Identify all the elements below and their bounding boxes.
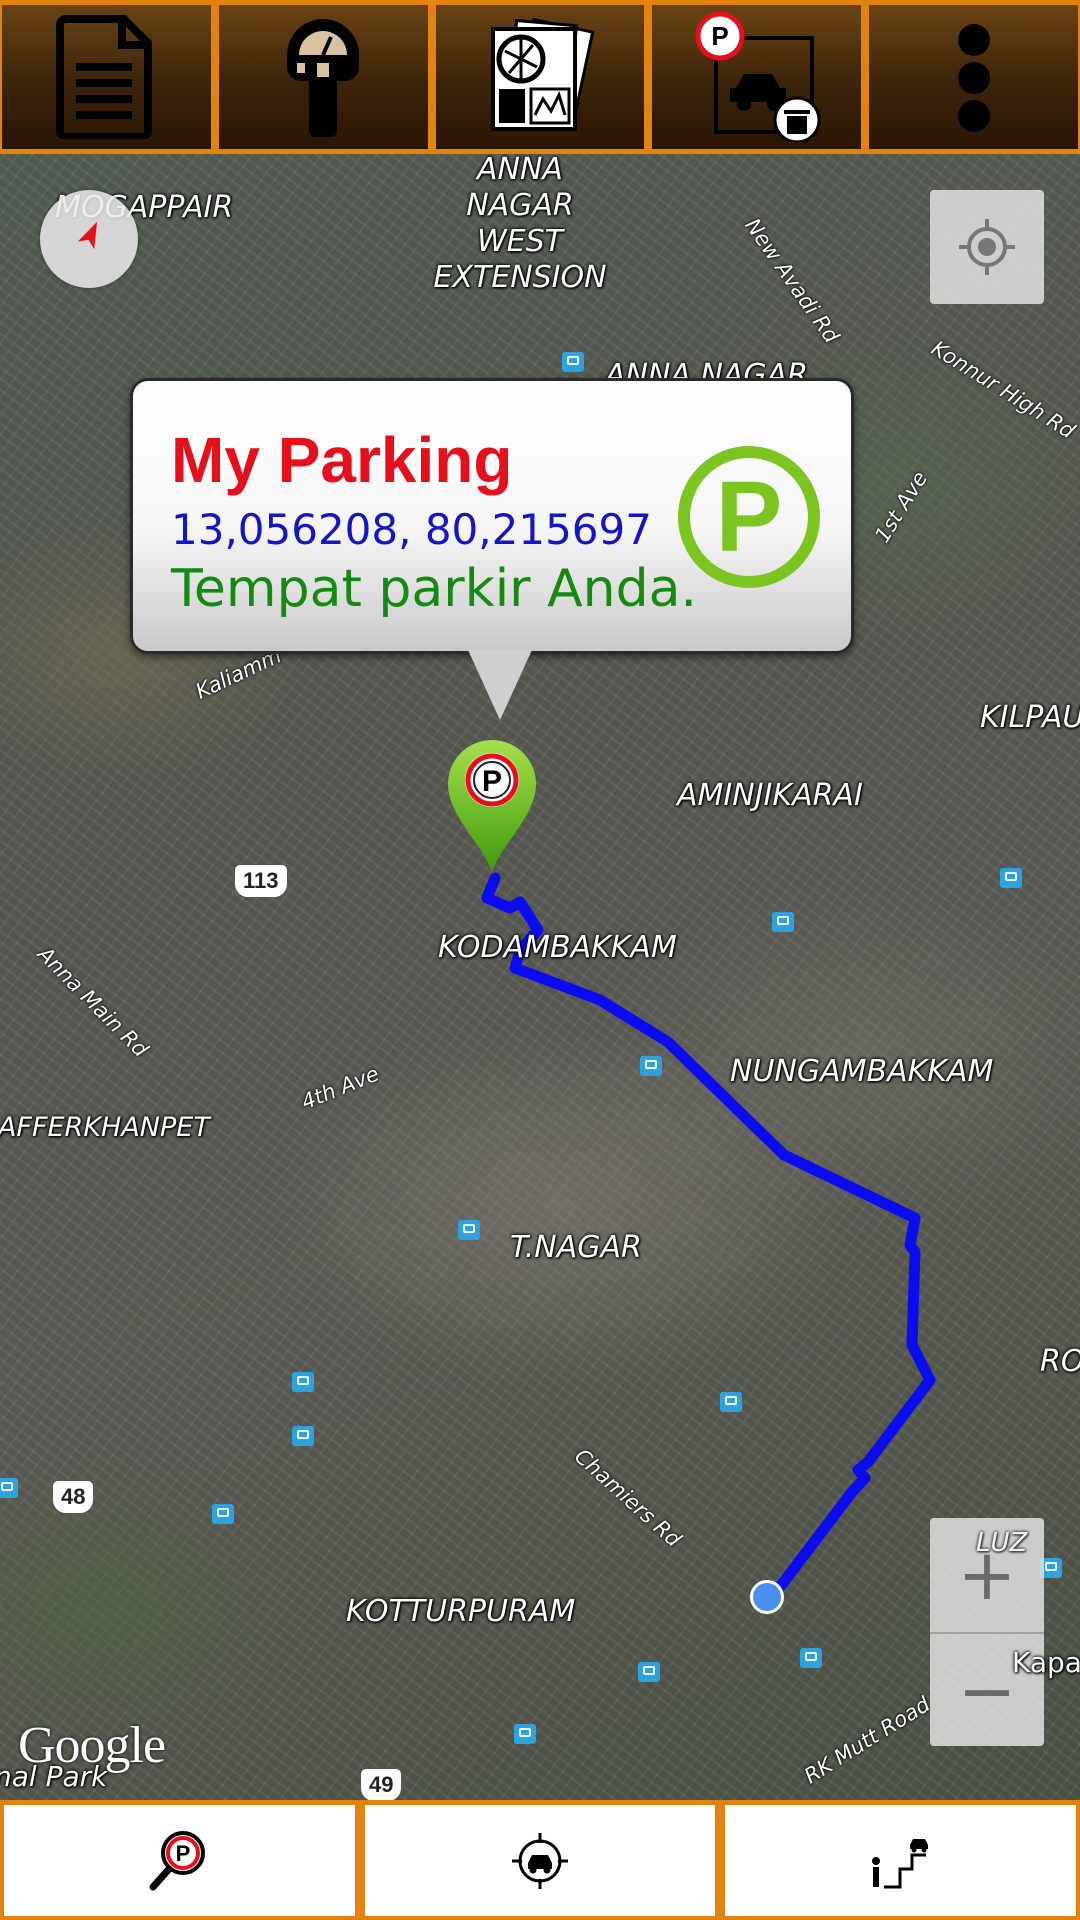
parking-p-icon: P <box>678 446 820 588</box>
transit-stop-icon[interactable] <box>772 912 794 932</box>
area-label-kotturpuram: KOTTURPURAM <box>346 1594 576 1629</box>
info-window-description: Tempat parkir Anda. <box>171 559 698 619</box>
transit-stop-icon[interactable] <box>562 352 584 372</box>
parking-marker[interactable]: P <box>444 736 540 879</box>
document-icon <box>56 15 153 139</box>
top-toolbar: P <box>0 0 1080 154</box>
parking-meter-icon <box>287 19 360 137</box>
my-location-button[interactable] <box>930 190 1044 304</box>
info-window-pointer <box>468 650 532 720</box>
transit-stop-icon[interactable] <box>514 1724 536 1744</box>
maps-button[interactable] <box>433 3 647 151</box>
highway-shield-113: 113 <box>234 864 288 898</box>
overflow-menu-button[interactable] <box>867 3 1080 151</box>
highway-shield-48: 48 <box>52 1480 95 1514</box>
locate-car-button[interactable] <box>364 1805 716 1916</box>
transit-stop-icon[interactable] <box>212 1504 234 1524</box>
svg-text:P: P <box>711 21 728 51</box>
area-label-kilpauk: KILPAU <box>980 700 1080 735</box>
transit-stop-icon[interactable] <box>640 1056 662 1076</box>
area-label-nungambakkam: NUNGAMBAKKAM <box>730 1054 994 1089</box>
area-label-jafferkhanpet: JAFFERKHANPET <box>0 1112 210 1143</box>
transit-stop-icon[interactable] <box>638 1662 660 1682</box>
area-label-anna-nagar-west: ANNA NAGAR WEST EXTENSION <box>433 154 607 295</box>
svg-text:P: P <box>176 1841 191 1866</box>
transit-stop-icon[interactable] <box>800 1648 822 1668</box>
parking-meter-button[interactable] <box>216 3 430 151</box>
svg-text:P: P <box>482 765 502 798</box>
parking-pin-icon: P <box>448 740 536 872</box>
parking-info-window[interactable]: My Parking 13,056208, 80,215697 Tempat p… <box>130 378 854 654</box>
clear-parking-button[interactable]: P <box>650 3 864 151</box>
transit-stop-icon[interactable] <box>1000 868 1022 888</box>
locate-car-icon <box>512 1832 568 1889</box>
zoom-controls: + − LUZ Kapa <box>930 1518 1080 1746</box>
transit-stop-icon[interactable] <box>292 1426 314 1446</box>
notes-button[interactable] <box>0 3 213 151</box>
compass-needle-icon <box>77 221 98 250</box>
area-label-luz: LUZ <box>976 1528 1028 1558</box>
area-label-ro: RO <box>1040 1344 1080 1379</box>
delete-parking-icon: P <box>695 12 821 142</box>
compass-button[interactable] <box>40 190 138 288</box>
area-label-kapa: Kapa <box>1012 1646 1080 1679</box>
walk-to-car-icon <box>871 1838 928 1888</box>
transit-stop-icon[interactable] <box>292 1372 314 1392</box>
info-window-coordinates: 13,056208, 80,215697 <box>171 505 652 554</box>
transit-stop-icon[interactable] <box>720 1392 742 1412</box>
area-label-kodambakkam: KODAMBAKKAM <box>438 930 677 965</box>
overflow-menu-icon <box>957 24 990 132</box>
highway-shield-49: 49 <box>360 1768 403 1800</box>
area-label-t-nagar: T.NAGAR <box>510 1230 642 1265</box>
find-parking-icon: P <box>149 1830 206 1890</box>
bottom-action-bar: P <box>0 1800 1080 1920</box>
info-window-title: My Parking <box>171 424 513 496</box>
google-logo: Google <box>18 1717 166 1774</box>
area-label-aminjikarai: AMINJIKARAI <box>677 778 863 813</box>
crosshair-icon <box>959 219 1015 275</box>
my-location-dot <box>750 1580 784 1614</box>
walk-to-car-button[interactable] <box>725 1805 1077 1916</box>
transit-stop-icon[interactable] <box>0 1478 18 1498</box>
find-parking-button[interactable]: P <box>4 1805 355 1916</box>
transit-stop-icon[interactable] <box>458 1220 480 1240</box>
map-stack-icon <box>490 17 595 131</box>
